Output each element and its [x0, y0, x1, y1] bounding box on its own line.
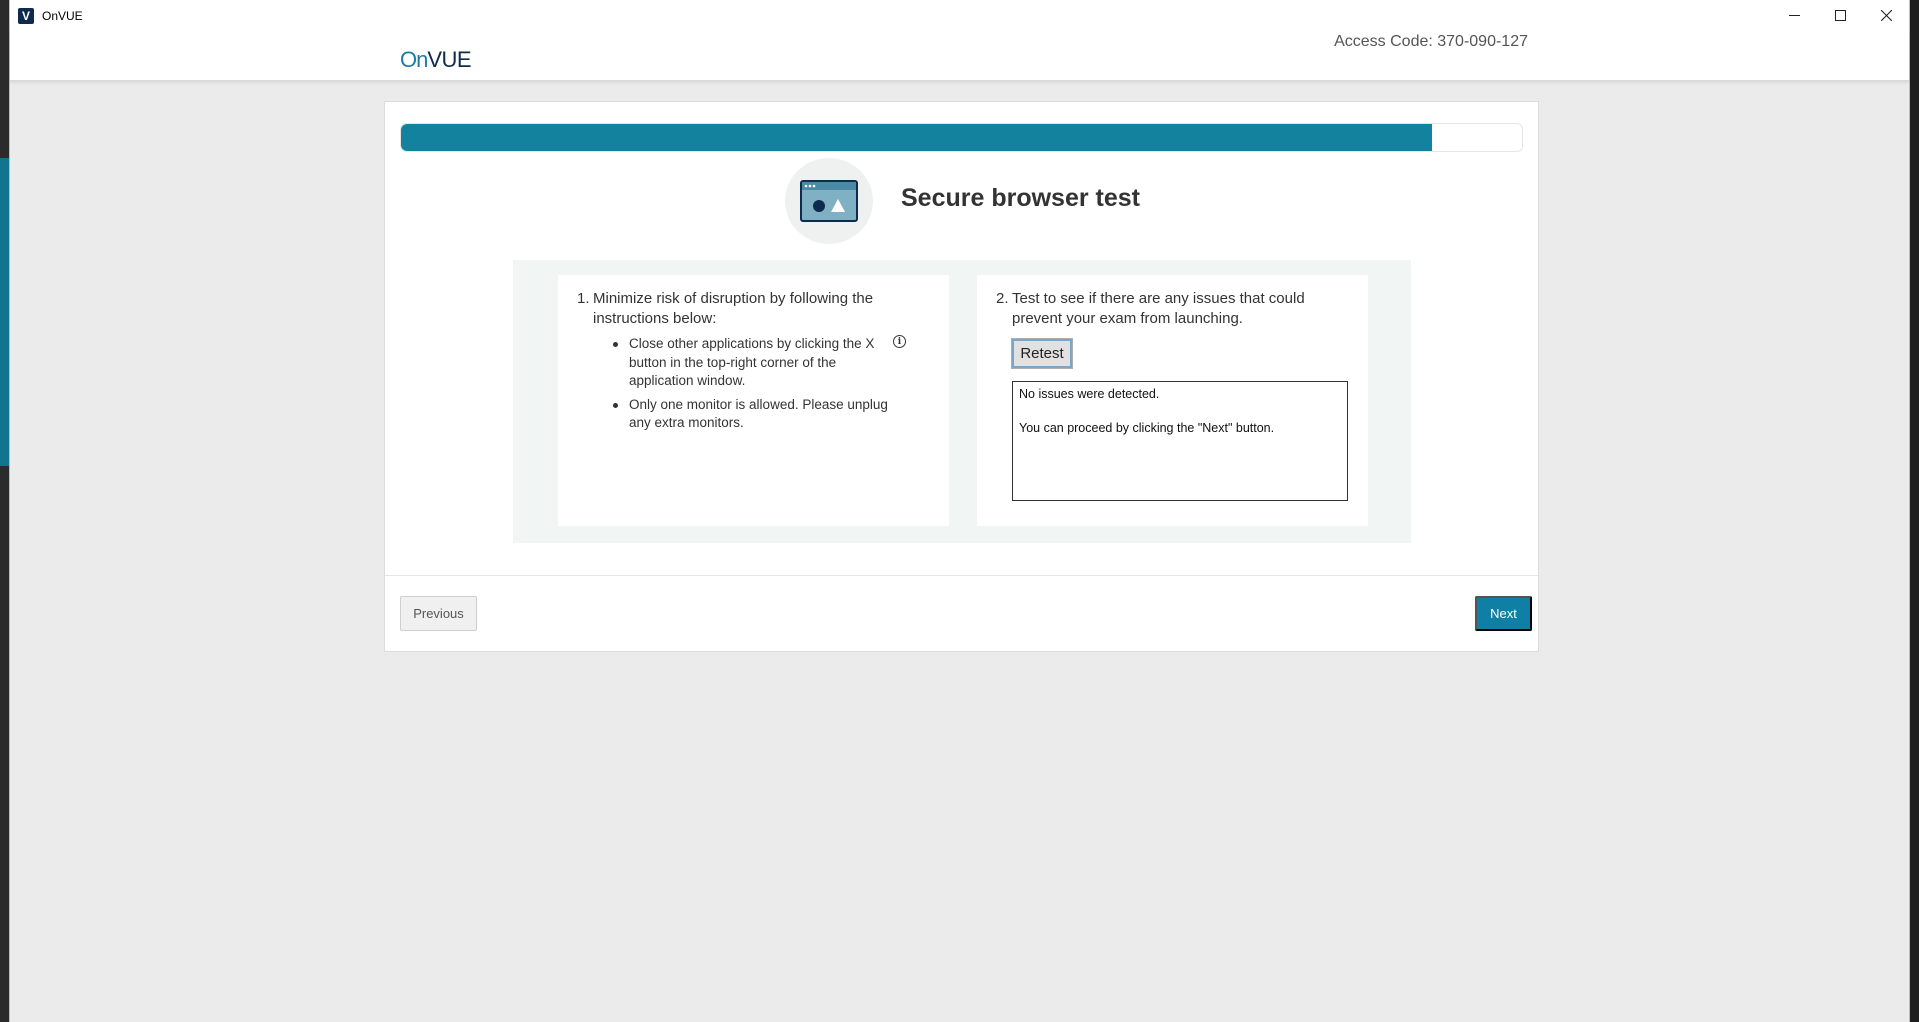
title-bar[interactable]: V OnVUE: [10, 0, 1909, 31]
step1-panel: 1. Minimize risk of disruption by follow…: [558, 275, 949, 526]
list-item-text: Close other applications by clicking the…: [629, 336, 875, 351]
app-logo-icon: V: [18, 7, 34, 24]
window-controls: [1771, 0, 1909, 31]
app-header: On VUE Access Code: 370-090-127: [10, 31, 1909, 81]
access-code: Access Code: 370-090-127: [1334, 33, 1528, 50]
close-icon: [1880, 10, 1892, 21]
step2-panel: 2. Test to see if there are any issues t…: [977, 275, 1368, 526]
desktop-accent-strip: [0, 158, 9, 466]
desktop-left-edge: [0, 0, 9, 1022]
logo-vue-text: VUE: [427, 47, 472, 72]
maximize-button[interactable]: [1817, 0, 1863, 31]
retest-button[interactable]: Retest: [1011, 338, 1073, 369]
list-item: Close other applications by clicking the…: [613, 335, 893, 391]
instructions-area: 1. Minimize risk of disruption by follow…: [513, 260, 1411, 543]
result-text-line1: No issues were detected.: [1019, 387, 1160, 401]
step-heading: Secure browser test: [385, 158, 1538, 246]
step1-number: 1.: [577, 290, 590, 307]
next-button[interactable]: Next: [1475, 596, 1532, 631]
list-item: Only one monitor is allowed. Please unpl…: [613, 396, 893, 433]
window-title: OnVUE: [42, 8, 83, 23]
step1-text-line2: instructions below:: [593, 310, 717, 327]
result-text-line2: You can proceed by clicking the "Next" b…: [1019, 421, 1275, 435]
browser-window-icon: [785, 158, 873, 244]
checkin-card: Secure browser test 1. Minimize risk of …: [384, 101, 1539, 652]
app-window: V OnVUE On VUE Access Code: 370-090-127: [9, 0, 1910, 1022]
list-item-text: any extra monitors.: [629, 415, 744, 430]
list-item-text: button in the top-right corner of the: [629, 354, 837, 370]
footer-divider: [385, 575, 1538, 576]
onvue-logo: On VUE: [400, 41, 472, 73]
step1-text-line1: Minimize risk of disruption by following…: [593, 290, 874, 307]
progress-bar: [400, 123, 1523, 152]
step2-text-line1: Test to see if there are any issues that…: [1012, 290, 1305, 307]
page-title: Secure browser test: [901, 184, 1140, 212]
minimize-button[interactable]: [1771, 0, 1817, 31]
logo-on-text: On: [400, 47, 428, 72]
minimize-icon: [1788, 15, 1800, 16]
list-item-text: application window.: [629, 373, 746, 388]
maximize-icon: [1834, 10, 1846, 21]
instruction-list: Close other applications by clicking the…: [613, 335, 893, 438]
test-result-box[interactable]: No issues were detected. You can proceed…: [1012, 381, 1348, 501]
step2-number: 2.: [996, 290, 1009, 307]
list-item-text: Only one monitor is allowed. Please unpl…: [629, 396, 888, 412]
previous-button[interactable]: Previous: [400, 596, 477, 631]
step2-text-line2: prevent your exam from launching.: [1012, 310, 1243, 327]
progress-bar-fill: [401, 124, 1433, 151]
info-icon[interactable]: i: [893, 335, 906, 348]
close-button[interactable]: [1863, 0, 1909, 31]
